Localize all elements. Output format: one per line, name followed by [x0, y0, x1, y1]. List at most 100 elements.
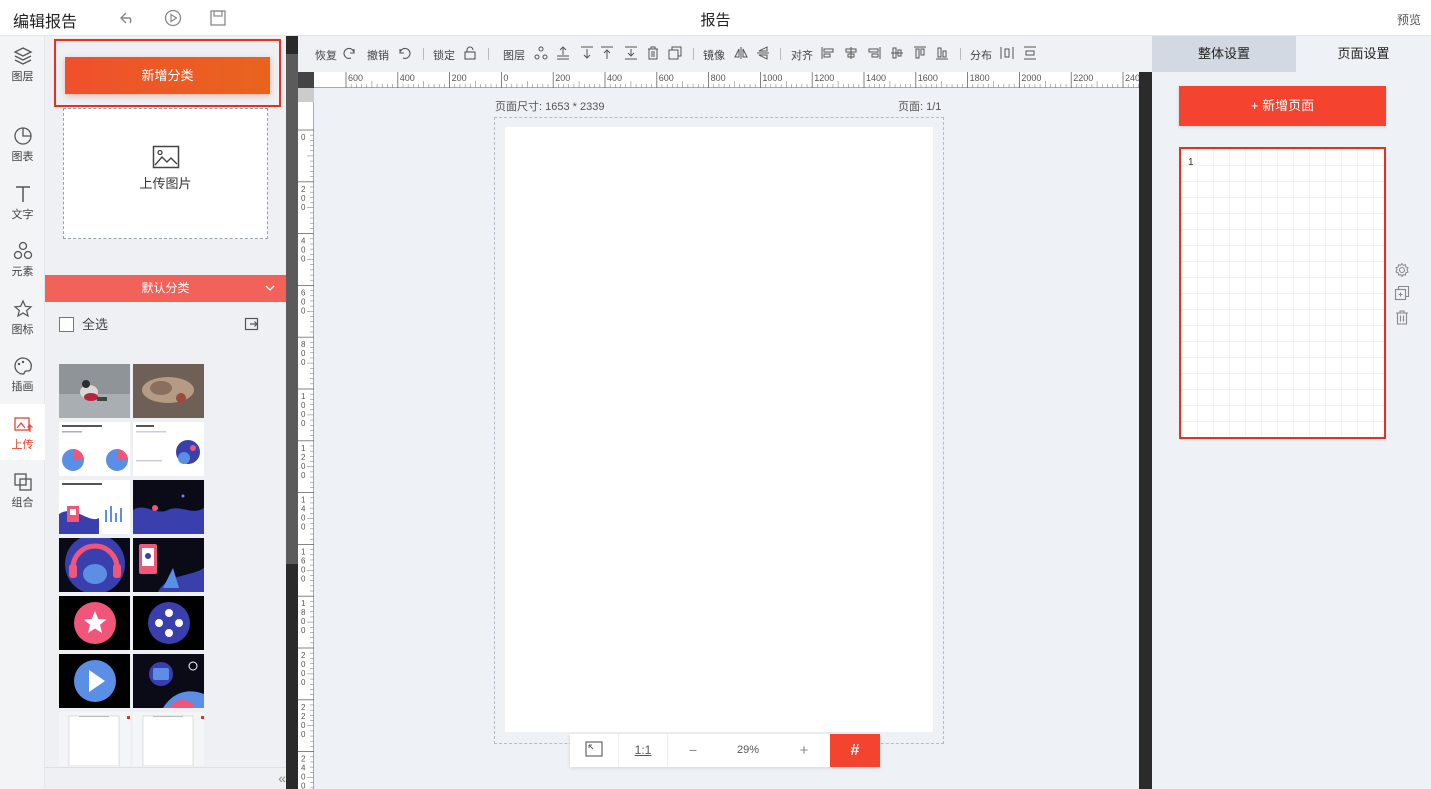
rail-item-group[interactable]: 组合: [0, 462, 45, 518]
add-page-button[interactable]: + 新增页面: [1179, 86, 1386, 126]
grid-toggle-button[interactable]: #: [830, 734, 880, 767]
rail-label: 插画: [11, 381, 34, 393]
image-thumbnail[interactable]: [133, 712, 204, 766]
divider: [693, 48, 694, 60]
align-bottom-icon[interactable]: [935, 46, 949, 60]
image-thumbnail[interactable]: [59, 596, 130, 650]
align-label[interactable]: 对齐: [791, 47, 813, 63]
image-thumbnail[interactable]: [59, 654, 130, 708]
bring-forward-icon[interactable]: [556, 46, 570, 60]
ruler-label: 1400: [866, 73, 886, 83]
undo-icon[interactable]: [397, 46, 411, 60]
distribute-label[interactable]: 分布: [970, 47, 992, 63]
align-left-icon[interactable]: [821, 46, 835, 60]
image-thumbnail[interactable]: [133, 422, 204, 476]
rail-label: 图层: [11, 71, 34, 83]
bring-to-front-icon[interactable]: [600, 46, 614, 60]
flip-horizontal-icon[interactable]: [734, 46, 748, 60]
ruler-label: 0: [301, 678, 306, 687]
distribute-horizontal-icon[interactable]: [1000, 46, 1014, 60]
align-top-icon[interactable]: [913, 46, 927, 60]
image-thumbnail[interactable]: [133, 538, 204, 592]
image-thumbnail[interactable]: [59, 480, 130, 534]
image-icon: [152, 145, 179, 169]
upload-dropzone[interactable]: 上传图片: [63, 108, 268, 239]
group-icon: [13, 473, 32, 491]
ruler-label: 8: [301, 340, 306, 349]
actual-size-button[interactable]: 1:1: [618, 734, 668, 767]
image-thumbnail[interactable]: [133, 364, 204, 418]
preview-button[interactable]: 预览: [1397, 11, 1421, 28]
rail-item-illustration[interactable]: 插画: [0, 346, 45, 402]
send-to-back-icon[interactable]: [624, 46, 638, 60]
distribute-vertical-icon[interactable]: [1023, 46, 1037, 60]
rail-item-elements[interactable]: 元素: [0, 231, 45, 287]
page-size-label: 页面尺寸: 1653 * 2339: [495, 101, 605, 113]
rail-item-icons[interactable]: 图标: [0, 289, 45, 345]
scrollbar-thumb[interactable]: [286, 54, 298, 564]
gear-icon[interactable]: [1394, 262, 1410, 278]
copy-page-icon[interactable]: [1394, 285, 1410, 301]
ruler-label: 1: [301, 599, 306, 608]
ruler-label: 400: [400, 73, 415, 83]
image-thumbnail[interactable]: [133, 596, 204, 650]
palette-icon: [13, 357, 32, 375]
redo-icon[interactable]: [343, 46, 357, 60]
undo-label[interactable]: 撤销: [367, 47, 389, 63]
zoom-in-button[interactable]: +: [778, 734, 830, 767]
page-thumbnail[interactable]: 1: [1179, 147, 1386, 439]
send-backward-icon[interactable]: [580, 46, 594, 60]
category-label: 默认分类: [141, 281, 190, 295]
image-thumbnail[interactable]: [133, 654, 204, 708]
add-category-button[interactable]: 新增分类: [65, 57, 270, 94]
ruler-label: 1600: [918, 73, 938, 83]
tab-global-settings[interactable]: 整体设置: [1152, 36, 1296, 72]
canvas-area[interactable]: 600 400 200 0 200 400 600 800 1000 1200 1400 1600 18…: [298, 72, 1139, 789]
move-to-icon[interactable]: [244, 316, 260, 332]
save-icon[interactable]: [208, 8, 228, 28]
divider: [960, 48, 961, 60]
tab-page-settings[interactable]: 页面设置: [1296, 36, 1431, 72]
divider: [488, 48, 489, 60]
align-center-h-icon[interactable]: [844, 46, 858, 60]
report-page[interactable]: [504, 126, 934, 733]
zoom-out-button[interactable]: −: [668, 734, 718, 767]
collapse-icon[interactable]: «: [278, 770, 286, 786]
ruler-label: 600: [659, 73, 674, 83]
fit-screen-button[interactable]: [570, 734, 618, 767]
rail-item-layers[interactable]: 图层: [0, 36, 45, 92]
flip-vertical-icon[interactable]: [756, 46, 770, 60]
rail-item-chart[interactable]: 图表: [0, 116, 45, 172]
zoom-bar: 1:1 − 29% + #: [570, 734, 880, 767]
ruler-label: 0: [301, 401, 306, 410]
ruler-label: 1: [301, 547, 306, 556]
redo-label[interactable]: 恢复: [315, 47, 337, 63]
image-thumbnail[interactable]: [59, 364, 130, 418]
chevron-down-icon: [265, 285, 275, 291]
image-thumbnail[interactable]: [133, 480, 204, 534]
duplicate-icon[interactable]: [668, 46, 682, 60]
undo-icon[interactable]: [118, 8, 138, 28]
image-thumbnail[interactable]: [59, 538, 130, 592]
ruler-label: 0: [301, 514, 306, 523]
ruler-label: 200: [452, 73, 467, 83]
rail-item-upload[interactable]: 上传: [0, 404, 45, 460]
category-dropdown[interactable]: 默认分类: [45, 275, 286, 302]
image-thumbnail[interactable]: [59, 422, 130, 476]
canvas-scrollbar[interactable]: [1139, 72, 1152, 789]
mirror-label[interactable]: 镜像: [703, 47, 725, 63]
delete-icon[interactable]: [646, 46, 660, 60]
rail-item-text[interactable]: 文字: [0, 174, 45, 230]
align-right-icon[interactable]: [867, 46, 881, 60]
layer-label[interactable]: 图层: [503, 47, 525, 63]
lock-icon[interactable]: [463, 46, 477, 60]
image-thumbnail[interactable]: [59, 712, 130, 766]
play-icon[interactable]: [163, 8, 183, 28]
align-middle-icon[interactable]: [890, 46, 904, 60]
select-all-checkbox[interactable]: 全选: [59, 317, 108, 333]
trash-icon[interactable]: [1394, 309, 1410, 325]
ruler-label: 0: [301, 358, 306, 367]
left-panel-scrollbar[interactable]: [286, 36, 298, 789]
layer-tree-icon[interactable]: [534, 46, 548, 60]
lock-label[interactable]: 锁定: [433, 47, 455, 63]
